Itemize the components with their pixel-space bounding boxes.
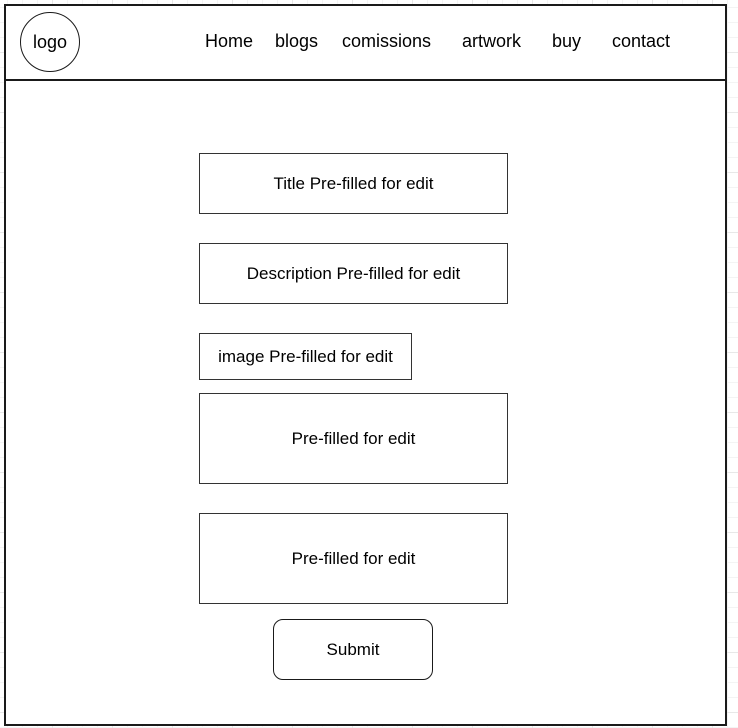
prefilled-field-4[interactable]: Pre-filled for edit	[199, 393, 508, 484]
title-field[interactable]: Title Pre-filled for edit	[199, 153, 508, 214]
nav-comissions[interactable]: comissions	[342, 30, 431, 52]
prefilled-field-5-value: Pre-filled for edit	[291, 548, 416, 568]
nav-home[interactable]: Home	[205, 30, 253, 52]
image-field-value: image Pre-filled for edit	[218, 346, 393, 366]
site-header: logo Home blogs comissions artwork buy c…	[6, 6, 725, 81]
nav-artwork[interactable]: artwork	[462, 30, 521, 52]
logo[interactable]: logo	[20, 12, 80, 72]
nav-blogs[interactable]: blogs	[275, 30, 318, 52]
page-frame: logo Home blogs comissions artwork buy c…	[4, 4, 727, 726]
nav-contact[interactable]: contact	[612, 30, 670, 52]
submit-button[interactable]: Submit	[273, 619, 433, 680]
description-field-value: Description Pre-filled for edit	[246, 263, 461, 283]
prefilled-field-4-value: Pre-filled for edit	[291, 428, 416, 448]
prefilled-field-5[interactable]: Pre-filled for edit	[199, 513, 508, 604]
submit-label: Submit	[326, 639, 380, 659]
nav-buy[interactable]: buy	[552, 30, 581, 52]
logo-label: logo	[32, 31, 68, 52]
title-field-value: Title Pre-filled for edit	[273, 173, 434, 193]
description-field[interactable]: Description Pre-filled for edit	[199, 243, 508, 304]
image-field[interactable]: image Pre-filled for edit	[199, 333, 412, 380]
